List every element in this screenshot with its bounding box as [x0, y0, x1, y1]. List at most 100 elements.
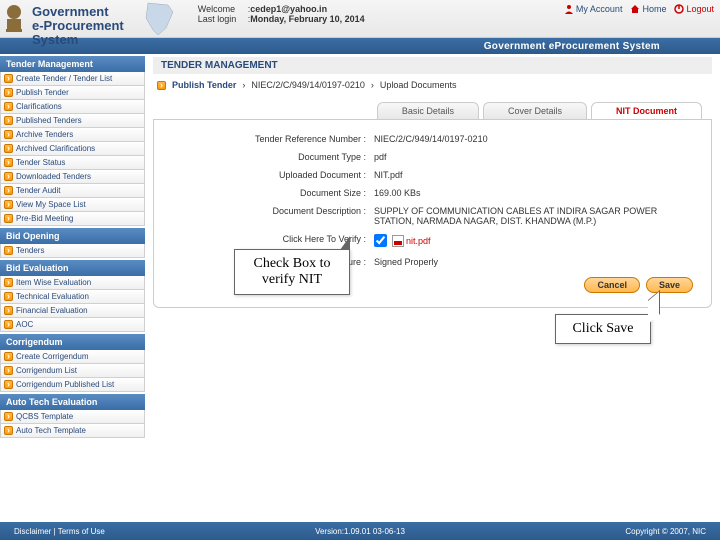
sidebar-item[interactable]: Technical Evaluation — [0, 290, 145, 304]
sidebar-item[interactable]: Tender Status — [0, 156, 145, 170]
sidebar-item[interactable]: Financial Evaluation — [0, 304, 145, 318]
sidebar-item[interactable]: Archived Clarifications — [0, 142, 145, 156]
sidebar-item-label: Clarifications — [16, 102, 62, 111]
sidebar-item[interactable]: Downloaded Tenders — [0, 170, 145, 184]
sidebar-item-label: Tender Audit — [16, 186, 60, 195]
sidebar-section-head: Bid Opening — [0, 228, 145, 244]
sidebar-item-label: View My Space List — [16, 200, 86, 209]
sidebar-item-label: Item Wise Evaluation — [16, 278, 91, 287]
arrow-icon — [4, 320, 13, 329]
arrow-icon — [4, 74, 13, 83]
sidebar-item-label: Publish Tender — [16, 88, 69, 97]
footer: Disclaimer | Terms of Use Version:1.09.0… — [0, 522, 720, 540]
sidebar-item[interactable]: Published Tenders — [0, 114, 145, 128]
sidebar-item-label: AOC — [16, 320, 33, 329]
arrow-icon — [4, 116, 13, 125]
sidebar-item-label: Corrigendum List — [16, 366, 77, 375]
sidebar-item[interactable]: Corrigendum List — [0, 364, 145, 378]
site-title: Government e-Procurement System — [28, 0, 128, 37]
size-value: 169.00 KBs — [374, 188, 693, 198]
arrow-icon — [4, 102, 13, 111]
sidebar-item[interactable]: Create Tender / Tender List — [0, 72, 145, 86]
verify-checkbox[interactable] — [374, 234, 387, 247]
sidebar-item-label: Create Corrigendum — [16, 352, 88, 361]
size-label: Document Size : — [164, 188, 374, 198]
arrow-icon — [4, 366, 13, 375]
arrow-icon — [4, 158, 13, 167]
content-heading: TENDER MANAGEMENT — [153, 57, 712, 74]
sidebar-item-label: QCBS Template — [16, 412, 73, 421]
sidebar-item[interactable]: Clarifications — [0, 100, 145, 114]
sidebar-item[interactable]: Tender Audit — [0, 184, 145, 198]
main-area: Tender Management Create Tender / Tender … — [0, 54, 720, 514]
arrow-icon — [4, 214, 13, 223]
arrow-icon — [4, 172, 13, 181]
uploaded-doc-value: NIT.pdf — [374, 170, 693, 180]
type-value: pdf — [374, 152, 693, 162]
arrow-icon — [4, 130, 13, 139]
sidebar-item[interactable]: Create Corrigendum — [0, 350, 145, 364]
cancel-button[interactable]: Cancel — [584, 277, 640, 293]
sidebar-item[interactable]: AOC — [0, 318, 145, 332]
footer-version: Version:1.09.01 03-06-13 — [315, 527, 405, 536]
sidebar: Tender Management Create Tender / Tender … — [0, 54, 145, 514]
arrow-icon — [4, 412, 13, 421]
sidebar-section-head: Corrigendum — [0, 334, 145, 350]
arrow-icon — [4, 144, 13, 153]
footer-copyright: Copyright © 2007, NIC — [625, 527, 706, 536]
sidebar-item[interactable]: View My Space List — [0, 198, 145, 212]
sidebar-section-head: Auto Tech Evaluation — [0, 394, 145, 410]
arrow-icon — [4, 352, 13, 361]
sidebar-item[interactable]: Pre-Bid Meeting — [0, 212, 145, 226]
type-label: Document Type : — [164, 152, 374, 162]
sidebar-section-head: Bid Evaluation — [0, 260, 145, 276]
callout-save: Click Save — [555, 314, 651, 344]
desc-label: Document Description : — [164, 206, 374, 216]
content: TENDER MANAGEMENT Publish Tender › NIEC/… — [145, 54, 720, 514]
home-icon — [630, 4, 640, 14]
ref-value: NIEC/2/C/949/14/0197-0210 — [374, 134, 693, 144]
sidebar-item-label: Technical Evaluation — [16, 292, 89, 301]
sidebar-item[interactable]: Auto Tech Template — [0, 424, 145, 438]
pdf-icon — [392, 235, 404, 247]
arrow-icon — [4, 292, 13, 301]
national-emblem-icon — [0, 0, 28, 38]
sidebar-item[interactable]: Item Wise Evaluation — [0, 276, 145, 290]
sidebar-item[interactable]: Archive Tenders — [0, 128, 145, 142]
arrow-icon — [4, 200, 13, 209]
tab[interactable]: NIT Document — [591, 102, 702, 119]
arrow-icon — [4, 278, 13, 287]
arrow-icon — [4, 426, 13, 435]
sidebar-item-label: Create Tender / Tender List — [16, 74, 112, 83]
sidebar-item-label: Downloaded Tenders — [16, 172, 91, 181]
top-links: My Account Home Logout — [558, 0, 720, 37]
nit-pdf-link[interactable]: nit.pdf — [392, 235, 431, 247]
home-link[interactable]: Home — [630, 4, 666, 14]
arrow-icon — [4, 88, 13, 97]
arrow-icon — [4, 380, 13, 389]
sidebar-section-head: Tender Management — [0, 56, 145, 72]
save-button[interactable]: Save — [646, 277, 693, 293]
arrow-icon — [4, 306, 13, 315]
user-icon — [564, 4, 574, 14]
tabs: Basic DetailsCover DetailsNIT Document — [153, 102, 712, 119]
sidebar-item[interactable]: Publish Tender — [0, 86, 145, 100]
my-account-link[interactable]: My Account — [564, 4, 623, 14]
sidebar-item[interactable]: Corrigendum Published List — [0, 378, 145, 392]
breadcrumb-main[interactable]: Publish Tender — [172, 80, 236, 90]
top-header: Government e-Procurement System Welcome:… — [0, 0, 720, 38]
sidebar-item-label: Pre-Bid Meeting — [16, 214, 73, 223]
welcome-block: Welcome: cedep1@yahoo.in Last login: Mon… — [188, 0, 558, 37]
sidebar-item-label: Published Tenders — [16, 116, 82, 125]
tab[interactable]: Cover Details — [483, 102, 587, 119]
tab[interactable]: Basic Details — [377, 102, 479, 119]
logout-link[interactable]: Logout — [674, 4, 714, 14]
logout-icon — [674, 4, 684, 14]
sidebar-item-label: Tenders — [16, 246, 44, 255]
ref-label: Tender Reference Number : — [164, 134, 374, 144]
arrow-icon — [4, 246, 13, 255]
sidebar-item[interactable]: QCBS Template — [0, 410, 145, 424]
arrow-icon — [157, 81, 166, 90]
footer-left[interactable]: Disclaimer | Terms of Use — [14, 527, 105, 536]
sidebar-item[interactable]: Tenders — [0, 244, 145, 258]
